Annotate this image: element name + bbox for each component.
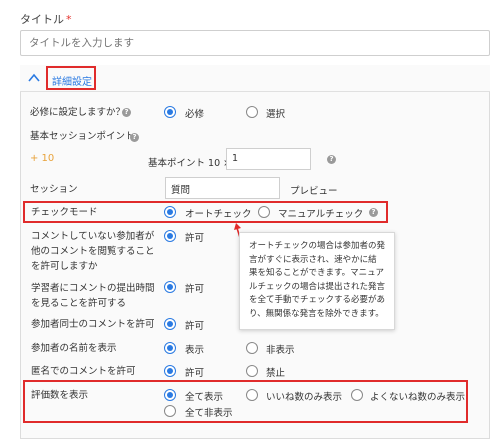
must-optional-label[interactable]: 選択 [266, 106, 285, 120]
must-required-radio[interactable] [164, 106, 176, 118]
rating-none-option[interactable]: 全て非表示 [185, 405, 233, 419]
anonymous-allow-option[interactable]: 許可 [185, 365, 204, 379]
session-input[interactable]: 質問 [165, 177, 280, 199]
must-optional-radio[interactable] [246, 106, 258, 118]
hide-names-radio[interactable] [246, 342, 258, 354]
base-points-input[interactable]: 1 [226, 148, 311, 170]
show-names-label: 参加者の名前を表示 [31, 343, 117, 354]
rating-dislikes-option[interactable]: よくないね数のみ表示 [370, 389, 465, 403]
view-others-option[interactable]: 許可 [185, 230, 204, 244]
rating-likes-radio[interactable] [246, 389, 258, 401]
title-label: タイトル * [20, 13, 72, 26]
view-others-label: コメントしていない参加者が他のコメントを閲覧することを許可しますか [31, 231, 155, 272]
anonymous-deny-option[interactable]: 禁止 [266, 365, 285, 379]
help-icon[interactable]: ? [369, 208, 378, 217]
auto-check-label[interactable]: オートチェック [185, 206, 252, 220]
help-icon[interactable]: ? [130, 133, 139, 142]
peer-comment-option[interactable]: 許可 [185, 318, 204, 332]
peer-comment-label: 参加者同士のコメントを許可 [31, 319, 155, 330]
title-input[interactable] [20, 30, 490, 56]
check-mode-label: チェックモード [31, 207, 98, 218]
session-label: セッション [30, 184, 78, 195]
show-names-option[interactable]: 表示 [185, 342, 204, 356]
manual-check-label[interactable]: マニュアルチェック [278, 206, 363, 220]
show-names-radio[interactable] [164, 342, 176, 354]
anonymous-allow-radio[interactable] [164, 365, 176, 377]
view-others-radio[interactable] [164, 230, 176, 242]
must-setting-label: 必修に設定しますか？ [30, 107, 126, 118]
time-limit-option[interactable]: 許可 [185, 281, 204, 295]
bonus-points: + 10 [30, 153, 55, 164]
rating-display-label: 評価数を表示 [31, 390, 89, 401]
rating-dislikes-radio[interactable] [351, 389, 363, 401]
base-points-formula: 基本ポイント 10 × [148, 158, 232, 169]
base-points-label: 基本セッションポイント [30, 131, 135, 142]
peer-comment-radio[interactable] [164, 318, 176, 330]
rating-all-radio[interactable] [164, 389, 176, 401]
check-mode-tooltip: オートチェックの場合は参加者の発言がすぐに表示され、速やかに結果を知ることができ… [239, 232, 395, 330]
rating-all-option[interactable]: 全て表示 [185, 389, 223, 403]
anonymous-label: 匿名でのコメントを許可 [31, 366, 136, 377]
time-limit-radio[interactable] [164, 281, 176, 293]
help-icon[interactable]: ? [122, 108, 131, 117]
chevron-up-icon[interactable] [27, 71, 41, 85]
preview-link[interactable]: プレビュー [290, 183, 338, 197]
must-required-label[interactable]: 必修 [185, 106, 204, 120]
rating-none-radio[interactable] [164, 405, 176, 417]
auto-check-radio[interactable] [164, 206, 176, 218]
required-mark: * [66, 13, 72, 26]
time-limit-label: 学習者にコメントの提出時間を見ることを許可する [31, 283, 155, 309]
manual-check-radio[interactable] [258, 206, 270, 218]
anonymous-deny-radio[interactable] [246, 365, 258, 377]
rating-likes-option[interactable]: いいね数のみ表示 [266, 389, 342, 403]
annotation-box-advanced [46, 66, 96, 90]
help-icon[interactable]: ? [327, 155, 336, 164]
hide-names-option[interactable]: 非表示 [266, 342, 295, 356]
